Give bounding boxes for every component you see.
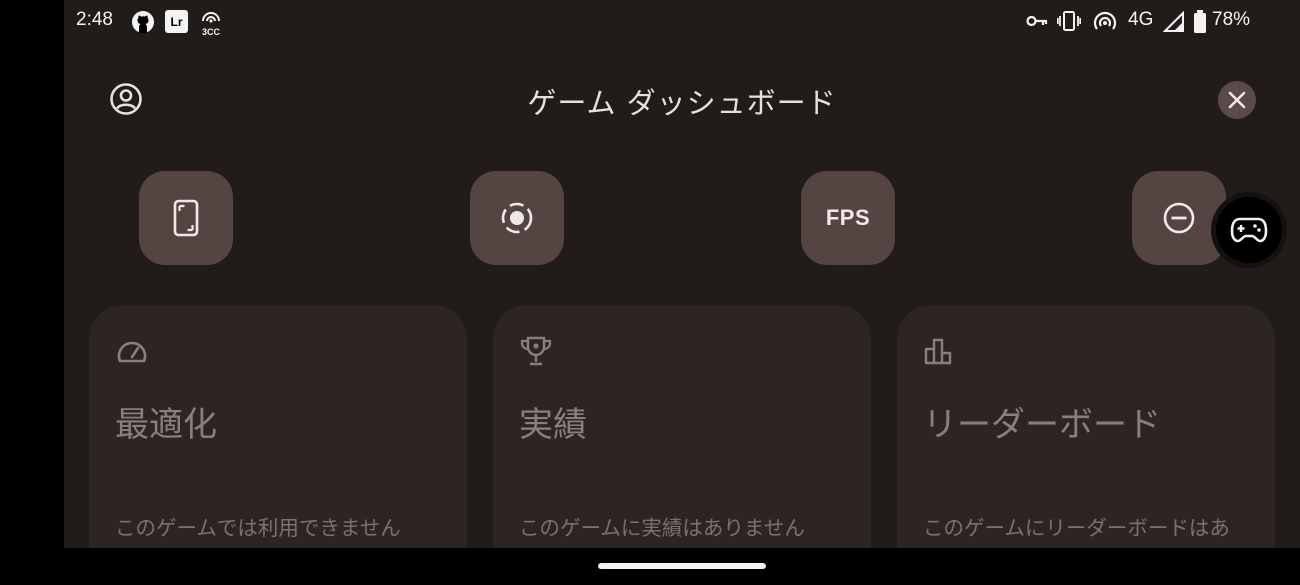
close-icon xyxy=(1228,91,1246,109)
card-description: このゲームでは利用できません xyxy=(115,516,401,540)
tile-screenshot[interactable] xyxy=(139,171,233,265)
battery-icon xyxy=(1194,10,1206,33)
card-optimization[interactable]: 最適化 このゲームでは利用できません xyxy=(89,305,467,548)
lightroom-label: Lr xyxy=(170,14,183,29)
vibrate-icon xyxy=(1057,11,1081,31)
tile-fps[interactable]: FPS xyxy=(801,171,895,265)
card-description: このゲームに実績はありません xyxy=(519,516,805,540)
account-circle-icon[interactable] xyxy=(109,82,143,116)
vpn-key-icon xyxy=(1026,15,1048,27)
left-edge xyxy=(0,0,64,548)
card-title: リーダーボード xyxy=(923,405,1161,445)
card-title: 実績 xyxy=(519,405,587,445)
card-title: 最適化 xyxy=(115,405,217,445)
screenshot-icon xyxy=(173,199,199,237)
card-leaderboard[interactable]: リーダーボード このゲームにリーダーボードはあ xyxy=(897,305,1275,548)
do-not-disturb-icon xyxy=(1163,202,1195,234)
network-type: 4G xyxy=(1128,9,1154,30)
status-time: 2:48 xyxy=(76,9,113,30)
page-title: ゲーム ダッシュボード xyxy=(527,86,837,120)
gamepad-icon xyxy=(1230,217,1268,243)
status-bar: 2:48 Lr 3CC 4G 78% xyxy=(0,0,1300,44)
card-description: このゲームにリーダーボードはあ xyxy=(923,516,1230,540)
fps-label: FPS xyxy=(825,205,871,230)
lightroom-icon: Lr xyxy=(165,10,188,33)
card-achievements[interactable]: 実績 このゲームに実績はありません xyxy=(493,305,871,548)
fab-inner xyxy=(1216,197,1282,263)
game-dashboard-panel: ゲーム ダッシュボード FPS 最適化 このゲームでは利用できません 実績 この… xyxy=(64,0,1300,548)
game-controller-button[interactable] xyxy=(1211,192,1287,268)
speedometer-icon xyxy=(117,341,147,363)
3cc-label: 3CC xyxy=(201,27,220,37)
record-icon xyxy=(501,202,533,234)
hotspot-icon xyxy=(1093,11,1117,30)
github-icon xyxy=(132,11,154,33)
tile-record[interactable] xyxy=(470,171,564,265)
close-button[interactable] xyxy=(1218,81,1256,119)
battery-level: 78% xyxy=(1212,9,1251,30)
3cc-icon: 3CC xyxy=(199,8,223,37)
home-gesture-handle[interactable] xyxy=(598,563,766,569)
trophy-icon xyxy=(520,336,552,366)
leaderboard-icon xyxy=(924,338,952,365)
signal-icon xyxy=(1163,11,1184,32)
